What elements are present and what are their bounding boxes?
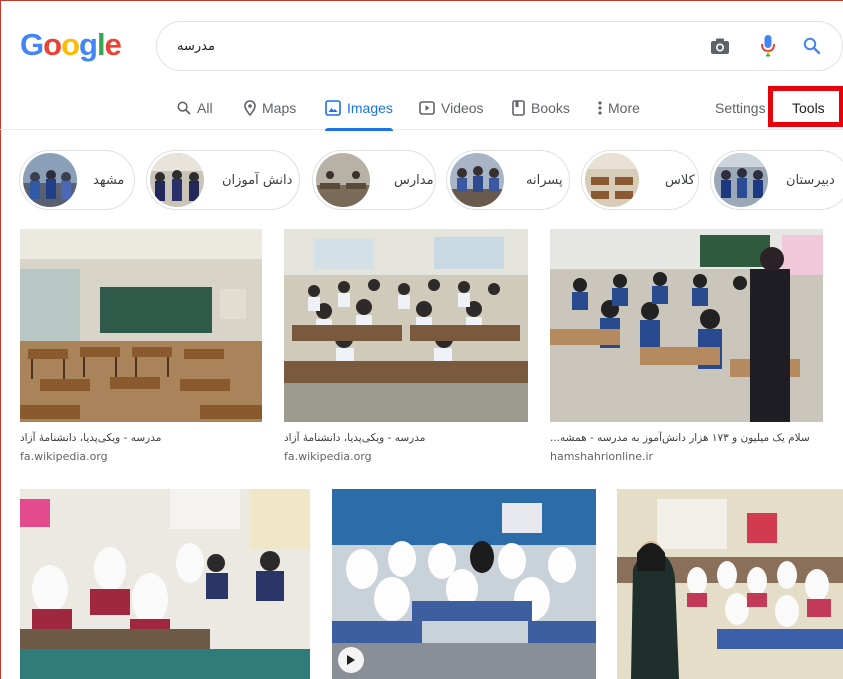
image-video-result[interactable] bbox=[332, 489, 596, 679]
chip-thumbnail bbox=[450, 153, 504, 207]
chip-mashhad[interactable]: مشهد bbox=[19, 150, 135, 210]
chip-label: دانش آموزان bbox=[222, 172, 293, 188]
result-thumbnail bbox=[550, 229, 823, 422]
tab-images[interactable]: Images bbox=[325, 86, 393, 131]
result-source: fa.wikipedia.org bbox=[284, 450, 372, 463]
chip-boys[interactable]: پسرانه bbox=[446, 150, 570, 210]
chip-class[interactable]: کلاس bbox=[581, 150, 699, 210]
result-thumbnail bbox=[20, 229, 262, 422]
image-icon bbox=[325, 100, 341, 116]
image-result[interactable]: سلام یک میلیون و ۱۷۳ هزار دانش‌آموز به م… bbox=[550, 229, 823, 463]
tab-maps[interactable]: Maps bbox=[244, 86, 296, 130]
tab-label: Videos bbox=[441, 100, 484, 116]
logo-letter: e bbox=[104, 27, 122, 62]
chip-thumbnail bbox=[23, 153, 77, 207]
logo-letter: g bbox=[79, 27, 98, 62]
tab-books[interactable]: Books bbox=[512, 86, 570, 130]
chip-high-school[interactable]: دبیرستان bbox=[710, 150, 843, 210]
tab-label: More bbox=[608, 100, 640, 116]
logo-letter: o bbox=[61, 27, 80, 62]
result-thumbnail bbox=[20, 489, 310, 679]
chip-label: کلاس bbox=[665, 172, 695, 188]
tab-label: Images bbox=[347, 100, 393, 116]
chip-label: مدارس bbox=[394, 172, 434, 188]
play-icon bbox=[338, 647, 364, 673]
chip-thumbnail bbox=[585, 153, 639, 207]
chip-thumbnail bbox=[714, 153, 768, 207]
logo-letter: o bbox=[43, 27, 62, 62]
tools-highlight-box bbox=[768, 86, 843, 127]
chip-students[interactable]: دانش آموزان bbox=[146, 150, 300, 210]
tab-label: All bbox=[197, 100, 213, 116]
tab-label: Maps bbox=[262, 100, 297, 116]
result-caption: سلام یک میلیون و ۱۷۳ هزار دانش‌آموز به م… bbox=[550, 432, 810, 444]
result-thumbnail bbox=[332, 489, 596, 679]
search-input[interactable] bbox=[177, 35, 677, 57]
result-thumbnail bbox=[617, 489, 843, 679]
camera-icon[interactable] bbox=[706, 32, 734, 60]
chip-label: مشهد bbox=[93, 172, 125, 188]
chip-label: پسرانه bbox=[526, 172, 563, 188]
chip-schools[interactable]: مدارس bbox=[312, 150, 436, 210]
map-pin-icon bbox=[244, 100, 256, 116]
result-source: fa.wikipedia.org bbox=[20, 450, 108, 463]
result-caption: مدرسه - ویکی‌پدیا، دانشنامهٔ آزاد bbox=[20, 432, 162, 444]
book-icon bbox=[512, 100, 525, 116]
settings-link[interactable]: Settings bbox=[715, 86, 766, 130]
chip-thumbnail bbox=[316, 153, 370, 207]
search-box bbox=[156, 21, 843, 71]
microphone-icon[interactable] bbox=[754, 32, 782, 60]
search-tabs: All Maps Images Videos Books More Settin… bbox=[0, 86, 843, 131]
settings-label: Settings bbox=[715, 100, 766, 116]
search-icon bbox=[177, 101, 191, 115]
more-vert-icon bbox=[598, 101, 602, 115]
play-icon bbox=[419, 101, 435, 115]
image-result[interactable] bbox=[20, 489, 310, 679]
result-caption: مدرسه - ویکی‌پدیا، دانشنامهٔ آزاد bbox=[284, 432, 426, 444]
logo-letter: G bbox=[20, 27, 44, 62]
result-source: hamshahrionline.ir bbox=[550, 450, 654, 463]
image-result[interactable]: مدرسه - ویکی‌پدیا، دانشنامهٔ آزاد fa.wik… bbox=[284, 229, 528, 463]
chip-label: دبیرستان bbox=[786, 172, 835, 188]
tab-more[interactable]: More bbox=[598, 86, 640, 130]
image-result[interactable] bbox=[617, 489, 843, 679]
search-icon[interactable] bbox=[798, 32, 826, 60]
logo-letter: l bbox=[96, 27, 106, 62]
tab-videos[interactable]: Videos bbox=[419, 86, 484, 130]
result-thumbnail bbox=[284, 229, 528, 422]
tab-all[interactable]: All bbox=[177, 86, 213, 130]
tab-label: Books bbox=[531, 100, 570, 116]
google-logo[interactable]: Google bbox=[20, 27, 122, 63]
chip-thumbnail bbox=[150, 153, 204, 207]
image-result[interactable]: مدرسه - ویکی‌پدیا، دانشنامهٔ آزاد fa.wik… bbox=[20, 229, 262, 463]
